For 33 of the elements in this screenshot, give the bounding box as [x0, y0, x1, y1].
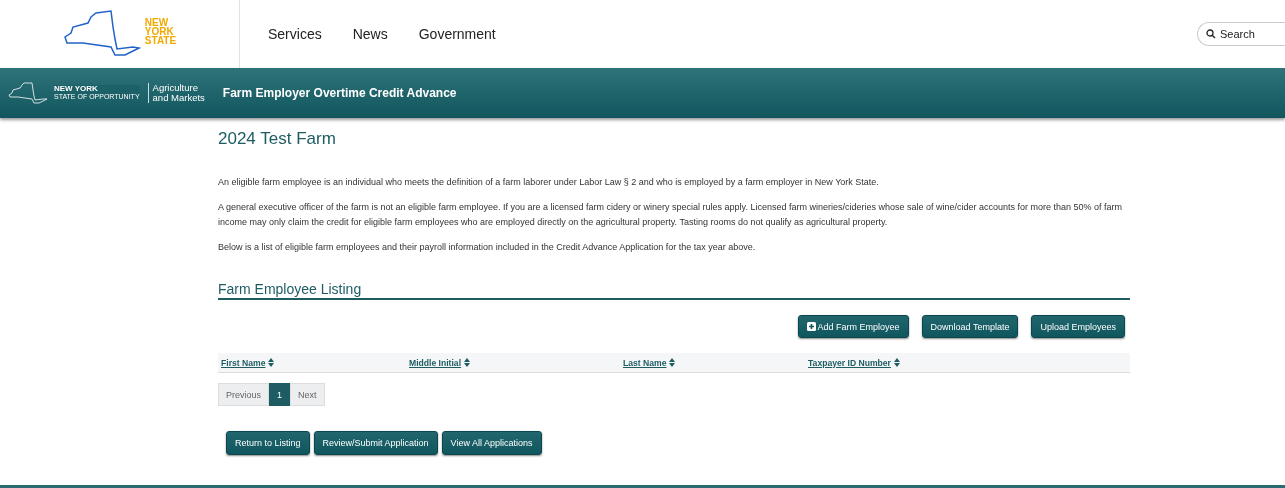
nav-link[interactable]: Government — [418, 26, 496, 42]
state-wordmark: NEW YORK STATE — [144, 17, 177, 45]
column-sort-link[interactable]: Taxpayer ID Number — [808, 357, 891, 368]
paragraph: Below is a list of eligible farm employees and their payroll information included in the Credit Advance Application for the tax year above. — [218, 241, 757, 254]
nav-link[interactable]: News — [352, 26, 388, 42]
page-title: 2024 Test Farm — [218, 129, 337, 149]
sort-icon — [669, 358, 676, 367]
sort-icon — [893, 358, 900, 367]
action-button[interactable]: View All Applications — [441, 431, 542, 455]
column-sort-link[interactable]: Last Name — [623, 357, 667, 368]
section-title: Farm Employee Listing — [218, 281, 362, 297]
paragraph: An eligible farm employee is an individual who meets the definition of a farm laborer under Labor Law § 2 and who is employed by a farm employer in New York State. — [218, 176, 880, 189]
sort-icon — [268, 358, 275, 367]
nav-link[interactable]: Services — [268, 26, 322, 42]
state-map-icon — [62, 9, 143, 59]
column-sort-link[interactable]: Middle Initial — [409, 357, 462, 368]
action-button[interactable]: Review/Submit Application — [313, 431, 438, 455]
page-button[interactable]: Previous — [218, 383, 269, 406]
paragraph: A general executive officer of the farm is not an eligible farm employee. If you are a licensed farm cidery or winery special rules apply. Licensed farm wineries/cideries whose sale of wine/cider accounts for more than 50% of farm income may only claim the credit for eligible farm employees who are employed directly on the agricultural property. Tasting rooms do not qualify as agricultural property. — [218, 201, 1124, 229]
page-button[interactable]: 1 — [269, 383, 291, 406]
action-button[interactable]: Return to Listing — [226, 431, 310, 455]
add-employee-button[interactable]: Add Farm Employee — [797, 315, 909, 338]
column-sort-link[interactable]: First Name — [221, 357, 266, 368]
search-field[interactable]: Search — [1197, 22, 1285, 46]
sort-icon — [464, 358, 471, 367]
app-title: Farm Employer Overtime Credit Advance — [222, 86, 457, 100]
state-map-icon — [8, 82, 50, 104]
page-button[interactable]: Next — [290, 383, 325, 406]
agency-name: Agriculture and Markets — [147, 83, 205, 103]
action-button[interactable]: Upload Employees — [1031, 315, 1125, 338]
action-button[interactable]: Download Template — [921, 315, 1019, 338]
plus-icon — [806, 322, 816, 331]
search-icon — [1206, 29, 1216, 39]
